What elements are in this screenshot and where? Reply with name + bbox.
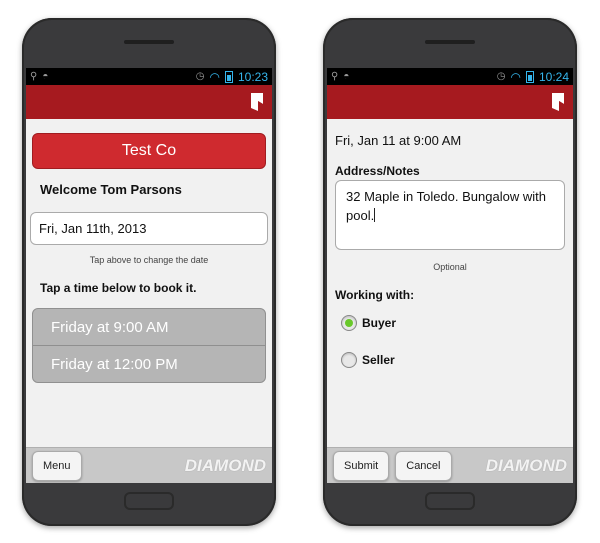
text-cursor [374,208,376,222]
time-slot-item[interactable]: Friday at 9:00 AM [33,309,265,346]
company-button[interactable]: Test Co [32,133,266,169]
app-bar [327,85,573,119]
status-time: 10:23 [237,69,268,84]
status-bar: ⚲ ◓ ◷ ◠ 10:24 [327,68,573,85]
alarm-icon: ◷ [195,71,205,82]
speaker-grille [425,40,475,44]
date-hint: Tap above to change the date [89,255,209,265]
screen: ⚲ ◓ ◷ ◠ 10:23 Test Co Welcome Tom Parson… [26,68,272,483]
working-with-label: Working with: [335,288,415,302]
battery-icon [525,70,534,83]
date-field[interactable]: Fri, Jan 11th, 2013 [30,212,268,245]
screen: ⚲ ◓ ◷ ◠ 10:24 Fri, Jan 11 at 9:00 AM Add… [327,68,573,483]
radio-option-buyer[interactable]: Buyer [341,315,396,331]
notes-field[interactable]: 32 Maple in Toledo. Bungalow with pool. [335,180,565,250]
menu-button[interactable]: Menu [32,450,82,481]
phone-device-left: ⚲ ◓ ◷ ◠ 10:23 Test Co Welcome Tom Parson… [22,18,276,526]
app-logo-icon [552,93,564,111]
android-icon: ◓ [42,71,49,82]
app-bar [26,85,272,119]
optional-hint: Optional [433,262,467,272]
time-slot-list: Friday at 9:00 AM Friday at 12:00 PM [32,308,266,383]
home-button[interactable] [124,492,174,510]
radio-option-seller[interactable]: Seller [341,352,395,368]
usb-icon: ⚲ [30,71,38,82]
cancel-button[interactable]: Cancel [395,450,452,481]
speaker-grille [124,40,174,44]
android-icon: ◓ [343,71,350,82]
wifi-icon: ◠ [510,69,521,84]
radio-unselected-icon[interactable] [341,352,357,368]
time-slot-item[interactable]: Friday at 12:00 PM [33,346,265,382]
app-logo-icon [251,93,263,111]
brand-logo: DIAMOND [485,455,567,475]
radio-label: Seller [362,353,395,367]
status-bar: ⚲ ◓ ◷ ◠ 10:23 [26,68,272,85]
brand-logo: DIAMOND [184,455,266,475]
usb-icon: ⚲ [331,71,339,82]
main-content: Fri, Jan 11 at 9:00 AM Address/Notes 32 … [327,119,573,448]
radio-label: Buyer [362,316,397,330]
radio-selected-icon[interactable] [341,315,357,331]
status-time: 10:24 [538,69,569,84]
notes-label: Address/Notes [335,164,420,178]
footer-bar: Menu DIAMOND [26,447,272,483]
submit-button[interactable]: Submit [333,450,390,481]
phone-device-right: ⚲ ◓ ◷ ◠ 10:24 Fri, Jan 11 at 9:00 AM Add… [323,18,577,526]
instruction-text: Tap a time below to book it. [40,281,197,295]
main-content: Test Co Welcome Tom Parsons Fri, Jan 11t… [26,119,272,448]
wifi-icon: ◠ [209,69,220,84]
home-button[interactable] [425,492,475,510]
welcome-text: Welcome Tom Parsons [40,182,182,197]
footer-bar: Submit Cancel DIAMOND [327,447,573,483]
alarm-icon: ◷ [496,71,506,82]
battery-icon [224,70,233,83]
appointment-text: Fri, Jan 11 at 9:00 AM [335,133,462,148]
notes-text: 32 Maple in Toledo. Bungalow with pool. [346,189,546,223]
